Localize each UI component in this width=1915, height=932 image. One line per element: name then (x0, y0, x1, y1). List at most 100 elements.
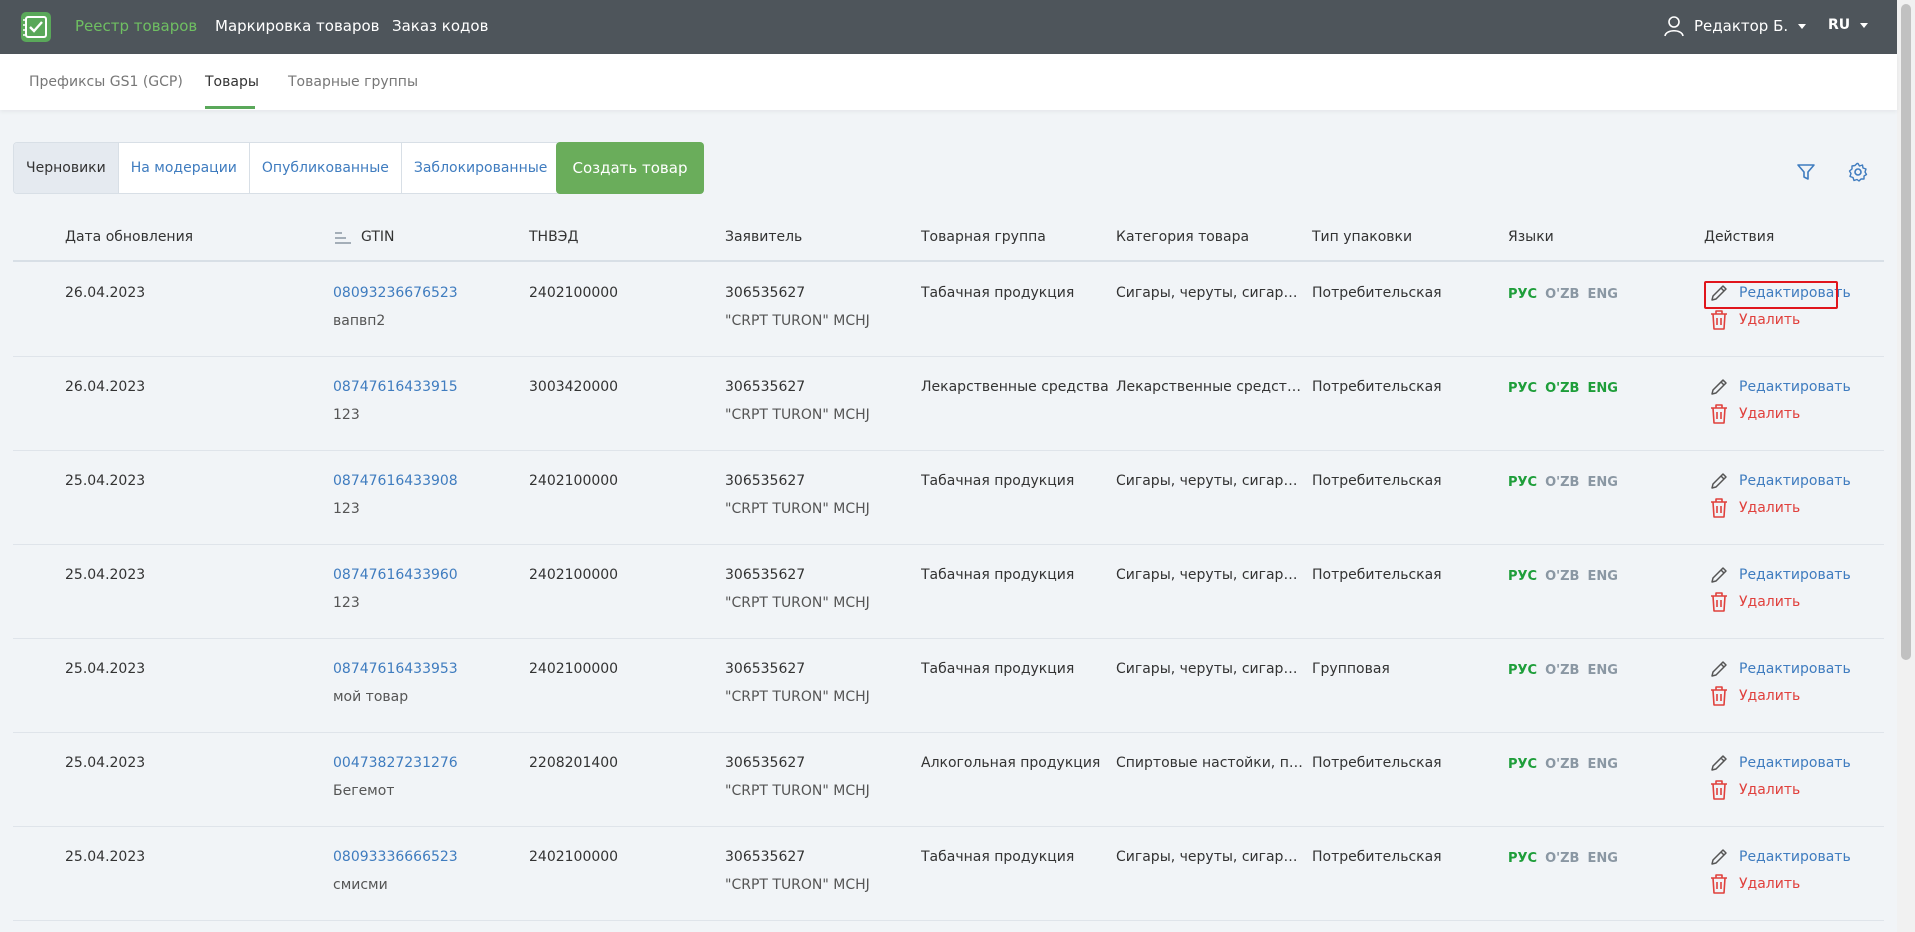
column-header-date[interactable]: Дата обновления (65, 229, 193, 245)
language-badge-uz: O'ZB (1545, 663, 1580, 678)
nav-product-marking[interactable]: Маркировка товаров (215, 17, 380, 35)
create-product-button[interactable]: Создать товар (556, 142, 704, 194)
cell-gtin-link[interactable]: 08747616433915 (333, 379, 458, 395)
cell-tnved: 2402100000 (529, 473, 619, 489)
delete-button[interactable]: Удалить (1709, 591, 1800, 613)
table-row: 25.04.2023 08747616433960 123 2402100000… (13, 545, 1884, 639)
chevron-down-icon (1860, 22, 1869, 28)
language-badge-en: ENG (1587, 569, 1618, 584)
cell-applicant-name: "CRPT TURON" MCHJ (725, 689, 870, 705)
cell-pack-type: Потребительская (1312, 849, 1442, 865)
tab-products[interactable]: Товары (205, 74, 259, 90)
edit-button[interactable]: Редактировать (1709, 847, 1851, 867)
language-selector[interactable]: RU (1828, 17, 1869, 33)
cell-product-name: вапвп2 (333, 313, 386, 329)
active-tab-indicator (205, 106, 255, 109)
user-menu[interactable]: Редактор Б. (1664, 15, 1807, 37)
trash-icon (1711, 874, 1727, 894)
edit-button[interactable]: Редактировать (1709, 753, 1851, 773)
column-header-pack-type: Тип упаковки (1312, 229, 1413, 245)
delete-button[interactable]: Удалить (1709, 779, 1800, 801)
cell-languages: РУС O'ZB ENG (1508, 381, 1618, 396)
tab-product-groups[interactable]: Товарные группы (288, 74, 418, 90)
edit-button[interactable]: Редактировать (1709, 659, 1851, 679)
cell-tnved: 2402100000 (529, 661, 619, 677)
cell-pack-type: Потребительская (1312, 285, 1442, 301)
language-badge-en: ENG (1587, 287, 1618, 302)
cell-product-group: Алкогольная продукция (921, 755, 1101, 771)
delete-button[interactable]: Удалить (1709, 873, 1800, 895)
column-header-actions: Действия (1704, 229, 1775, 245)
status-tab-drafts[interactable]: Черновики (14, 143, 119, 193)
cell-gtin-link[interactable]: 08747616433960 (333, 567, 458, 583)
page-scrollbar[interactable] (1897, 0, 1915, 932)
delete-label: Удалить (1739, 406, 1801, 422)
language-badge-uz: O'ZB (1545, 757, 1580, 772)
scrollbar-thumb[interactable] (1901, 4, 1911, 660)
language-badge-en: ENG (1587, 663, 1618, 678)
cell-category: Лекарственные средств... (1116, 379, 1304, 395)
cell-tnved: 3003420000 (529, 379, 619, 395)
cell-applicant-id: 306535627 (725, 285, 806, 301)
edit-button[interactable]: Редактировать (1709, 565, 1851, 585)
cell-pack-type: Потребительская (1312, 755, 1442, 771)
cell-category: Сигары, черуты, сигари... (1116, 849, 1304, 865)
column-header-product-group: Товарная группа (921, 229, 1046, 245)
column-header-gtin[interactable]: GTIN (361, 229, 395, 245)
filter-icon[interactable] (1796, 162, 1816, 182)
nav-product-registry[interactable]: Реестр товаров (75, 17, 197, 35)
cell-product-name: мой товар (333, 689, 409, 705)
language-badge-ru: РУС (1508, 851, 1538, 866)
cell-gtin-link[interactable]: 08747616433953 (333, 661, 458, 677)
language-badge-ru: РУС (1508, 569, 1538, 584)
delete-button[interactable]: Удалить (1709, 497, 1800, 519)
pencil-icon (1711, 661, 1727, 677)
edit-button[interactable]: Редактировать (1709, 471, 1851, 491)
table-header: Дата обновления GTIN ТНВЭД Заявитель Тов… (13, 218, 1884, 262)
edit-button-highlight (1704, 281, 1838, 309)
cell-gtin-link[interactable]: 08093236676523 (333, 285, 458, 301)
language-badge-en: ENG (1587, 757, 1618, 772)
pencil-icon (1711, 567, 1727, 583)
cell-gtin-link[interactable]: 08747616433908 (333, 473, 458, 489)
language-badge-uz: O'ZB (1545, 287, 1580, 302)
cell-product-name: 123 (333, 501, 360, 517)
delete-label: Удалить (1739, 876, 1801, 892)
cell-gtin-link[interactable]: 00473827231276 (333, 755, 458, 771)
sort-icon[interactable] (334, 231, 352, 247)
tab-gs1-prefixes[interactable]: Префиксы GS1 (GCP) (29, 74, 183, 90)
delete-button[interactable]: Удалить (1709, 309, 1800, 331)
table-row: 25.04.2023 08747616433953 мой товар 2402… (13, 639, 1884, 733)
cell-applicant-name: "CRPT TURON" MCHJ (725, 407, 870, 423)
pencil-icon (1711, 849, 1727, 865)
cell-gtin-link[interactable]: 08093336666523 (333, 849, 458, 865)
cell-tnved: 2208201400 (529, 755, 619, 771)
delete-label: Удалить (1739, 688, 1801, 704)
app-logo-icon[interactable] (20, 11, 52, 43)
cell-product-name: Бегемот (333, 783, 395, 799)
cell-category: Сигары, черуты, сигари... (1116, 473, 1304, 489)
delete-button[interactable]: Удалить (1709, 403, 1800, 425)
delete-button[interactable]: Удалить (1709, 685, 1800, 707)
delete-label: Удалить (1739, 782, 1801, 798)
status-tab-published[interactable]: Опубликованные (250, 143, 402, 193)
table-row: 25.04.2023 08747616433908 123 2402100000… (13, 451, 1884, 545)
nav-code-orders[interactable]: Заказ кодов (392, 17, 488, 35)
gear-icon[interactable] (1848, 162, 1868, 182)
status-tab-blocked[interactable]: Заблокированные (402, 143, 560, 193)
status-tab-moderation[interactable]: На модерации (119, 143, 250, 193)
sub-navbar: Префиксы GS1 (GCP) Товары Товарные групп… (0, 54, 1897, 110)
cell-tnved: 2402100000 (529, 567, 619, 583)
language-badge-uz: O'ZB (1545, 475, 1580, 490)
edit-button[interactable]: Редактировать (1709, 377, 1851, 397)
cell-pack-type: Потребительская (1312, 473, 1442, 489)
cell-languages: РУС O'ZB ENG (1508, 757, 1618, 772)
column-header-applicant: Заявитель (725, 229, 803, 245)
cell-tnved: 2402100000 (529, 849, 619, 865)
cell-pack-type: Потребительская (1312, 379, 1442, 395)
trash-icon (1711, 686, 1727, 706)
cell-applicant-id: 306535627 (725, 755, 806, 771)
cell-date: 25.04.2023 (65, 661, 146, 677)
pencil-icon (1711, 379, 1727, 395)
cell-languages: РУС O'ZB ENG (1508, 475, 1618, 490)
